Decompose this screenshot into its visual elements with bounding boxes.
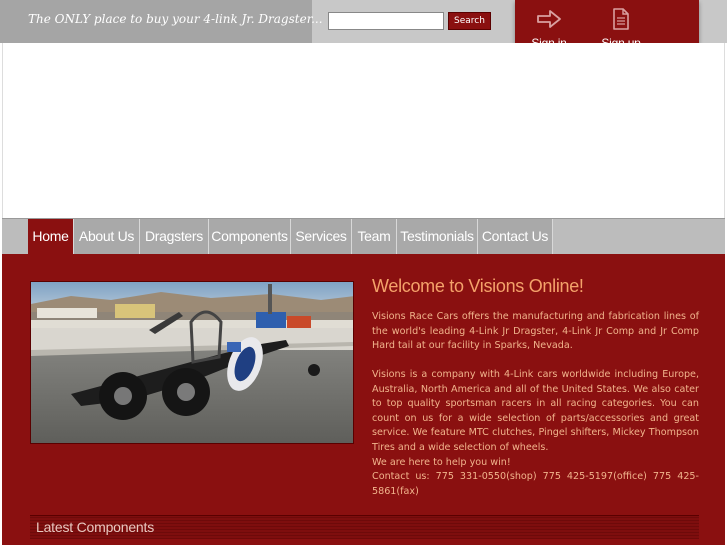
- nav-item-testimonials[interactable]: Testimonials: [397, 219, 478, 254]
- document-icon: [613, 8, 629, 30]
- nav-item-contact-us[interactable]: Contact Us: [478, 219, 553, 254]
- nav-item-team[interactable]: Team: [352, 219, 397, 254]
- nav-item-home[interactable]: Home: [28, 219, 74, 254]
- search-input[interactable]: [328, 12, 444, 30]
- site-tagline: The ONLY place to buy your 4-link Jr. Dr…: [28, 12, 323, 26]
- contact-text: Contact us: 775 331-0550(shop) 775 425-5…: [372, 471, 699, 497]
- main-content: Welcome to Visions Online! Visions Race …: [2, 254, 725, 545]
- latest-components-title: Latest Components: [36, 519, 155, 535]
- latest-components-bar: Latest Components: [30, 515, 699, 539]
- nav-item-services[interactable]: Services: [291, 219, 352, 254]
- dragster-illustration: [31, 282, 353, 443]
- slogan-text: We are here to help you win!: [372, 457, 511, 468]
- tagline-box: The ONLY place to buy your 4-link Jr. Dr…: [0, 0, 323, 43]
- company-paragraph: Visions is a company with 4-Link cars wo…: [372, 369, 699, 453]
- banner-area: [2, 43, 725, 218]
- main-nav: Home About Us Dragsters Components Servi…: [2, 218, 725, 254]
- search-button[interactable]: Search: [448, 12, 491, 30]
- arrow-right-icon: [537, 10, 561, 28]
- nav-item-components[interactable]: Components: [209, 219, 291, 254]
- nav-item-dragsters[interactable]: Dragsters: [140, 219, 209, 254]
- dragster-photo: [30, 281, 354, 444]
- welcome-title: Welcome to Visions Online!: [372, 276, 584, 296]
- intro-paragraph: Visions Race Cars offers the manufacturi…: [372, 311, 699, 352]
- nav-item-about-us[interactable]: About Us: [74, 219, 140, 254]
